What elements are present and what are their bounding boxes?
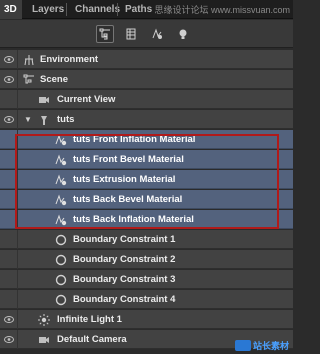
site-logo: 站长素材 — [234, 339, 289, 351]
visibility-toggle[interactable] — [0, 90, 18, 109]
tree-row-label: Boundary Constraint 1 — [73, 234, 176, 245]
tree-row-label: Environment — [40, 54, 99, 65]
visibility-toggle[interactable] — [0, 270, 18, 289]
panel-tab-bar: 3D Layers Channels Paths 思缘设计论坛 www.miss… — [0, 0, 293, 19]
tree-row-material[interactable]: tuts Extrusion Material — [0, 170, 293, 189]
tree-row-label: Current View — [57, 94, 116, 105]
scene-filter-icon[interactable] — [96, 25, 114, 43]
tree-row-label: Boundary Constraint 4 — [73, 294, 176, 305]
visibility-toggle[interactable] — [0, 130, 18, 149]
tree-row-constraint[interactable]: Boundary Constraint 4 — [0, 290, 293, 309]
tree-row-constraint[interactable]: Boundary Constraint 3 — [0, 270, 293, 289]
visibility-toggle[interactable] — [0, 310, 18, 329]
visibility-toggle[interactable] — [0, 210, 18, 229]
visibility-toggle[interactable] — [0, 170, 18, 189]
logo-mark-icon — [234, 339, 251, 351]
tree-row-constraint[interactable]: Boundary Constraint 1 — [0, 230, 293, 249]
tree-row-material[interactable]: tuts Back Bevel Material — [0, 190, 293, 209]
material-icon — [54, 153, 67, 166]
tab-divider — [66, 3, 67, 16]
tree-row-label: tuts Front Bevel Material — [73, 154, 184, 165]
material-icon — [54, 193, 67, 206]
tab-layers[interactable]: Layers — [26, 0, 70, 19]
tree-row-environment[interactable]: Environment — [0, 50, 293, 69]
visibility-toggle[interactable] — [0, 330, 18, 349]
constraint-icon — [54, 293, 67, 306]
expand-triangle-icon[interactable]: ▼ — [24, 115, 32, 124]
visibility-toggle[interactable] — [0, 70, 18, 89]
tree-row-label: tuts Front Inflation Material — [73, 134, 196, 145]
logo-text: 站长素材 — [252, 340, 289, 351]
camera-icon — [37, 93, 50, 106]
tree-row-label: Boundary Constraint 3 — [73, 274, 176, 285]
visibility-toggle[interactable] — [0, 290, 18, 309]
tree-row-label: Infinite Light 1 — [57, 314, 122, 325]
visibility-toggle[interactable] — [0, 230, 18, 249]
visibility-toggle[interactable] — [0, 150, 18, 169]
tree-row-label: tuts Back Bevel Material — [73, 194, 183, 205]
tree-row-constraint[interactable]: Boundary Constraint 2 — [0, 250, 293, 269]
tab-3d[interactable]: 3D — [0, 0, 22, 19]
light-filter-icon[interactable] — [174, 25, 192, 43]
tree-row-label: tuts Back Inflation Material — [73, 214, 194, 225]
material-icon — [54, 213, 67, 226]
tree-row-material[interactable]: tuts Front Inflation Material — [0, 130, 293, 149]
scene-icon — [22, 73, 35, 86]
visibility-toggle[interactable] — [0, 250, 18, 269]
mesh-filter-icon[interactable] — [122, 25, 140, 43]
material-icon — [54, 173, 67, 186]
tree-row-label: Default Camera — [57, 334, 127, 345]
tree-row-label: Scene — [40, 74, 68, 85]
tab-divider — [117, 3, 118, 16]
tree-row-material[interactable]: tuts Front Bevel Material — [0, 150, 293, 169]
material-filter-icon[interactable] — [148, 25, 166, 43]
visibility-toggle[interactable] — [0, 50, 18, 69]
tree-row-current-view[interactable]: Current View — [0, 90, 293, 109]
tree-row-scene[interactable]: Scene — [0, 70, 293, 89]
watermark-text: 思缘设计论坛 www.missvuan.com — [154, 5, 290, 15]
mesh-icon — [37, 113, 50, 126]
visibility-toggle[interactable] — [0, 190, 18, 209]
visibility-toggle[interactable] — [0, 110, 18, 129]
constraint-icon — [54, 253, 67, 266]
material-icon — [54, 133, 67, 146]
tree-row-label: tuts Extrusion Material — [73, 174, 176, 185]
environment-icon — [22, 53, 35, 66]
filter-toolbar — [0, 20, 293, 48]
tree-row-infinite-light[interactable]: Infinite Light 1 — [0, 310, 293, 329]
tab-paths[interactable]: Paths — [119, 0, 158, 19]
tree-row-label: Boundary Constraint 2 — [73, 254, 176, 265]
constraint-icon — [54, 233, 67, 246]
tree-row-tuts[interactable]: ▼ tuts — [0, 110, 293, 129]
tree-row-label: tuts — [57, 114, 75, 125]
tree-row-material[interactable]: tuts Back Inflation Material — [0, 210, 293, 229]
camera-icon — [37, 333, 50, 346]
constraint-icon — [54, 273, 67, 286]
light-icon — [37, 313, 50, 326]
